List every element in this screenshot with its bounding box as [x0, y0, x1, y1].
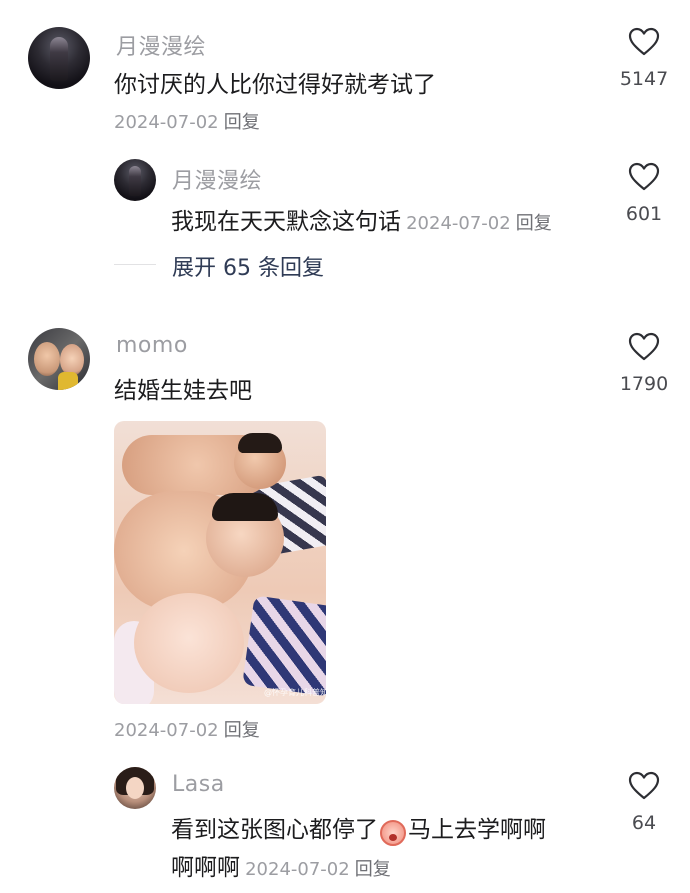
reply-text: 我现在天天默念这句话: [171, 209, 401, 235]
comment-text: 结婚生娃去吧: [114, 378, 252, 404]
reply-text-line-2: 啊啊啊 2024-07-02 回复: [171, 848, 391, 882]
comment-meta: 2024-07-02 回复: [114, 716, 260, 742]
avatar[interactable]: [114, 159, 156, 201]
comment-image[interactable]: @怀孕育儿科普知识: [114, 421, 326, 704]
like-count: 5147: [619, 68, 669, 90]
reply-date: 2024-07-02: [406, 213, 511, 234]
comment-author[interactable]: 月漫漫绘: [116, 29, 206, 61]
crying-face-emoji-icon: [380, 819, 406, 846]
reply-button[interactable]: 回复: [224, 112, 260, 133]
comment-text: 你讨厌的人比你过得好就考试了: [114, 72, 436, 98]
avatar[interactable]: [28, 27, 90, 89]
image-watermark: @怀孕育儿科普知识: [264, 688, 326, 697]
expand-replies-button[interactable]: 展开 65 条回复: [172, 250, 324, 282]
reply-text: 马上去学啊啊: [408, 817, 546, 843]
like-count: 64: [631, 812, 657, 834]
reply-button[interactable]: 回复: [516, 213, 552, 234]
comment-author[interactable]: momo: [116, 333, 188, 358]
reply-button[interactable]: 回复: [224, 720, 260, 741]
comment-date: 2024-07-02: [114, 112, 219, 133]
comment-date: 2024-07-02: [114, 720, 219, 741]
like-heart-icon[interactable]: [628, 27, 660, 57]
like-heart-icon[interactable]: [628, 162, 660, 192]
divider: [114, 264, 156, 265]
like-count: 601: [625, 203, 663, 225]
avatar[interactable]: [114, 767, 156, 809]
reply-body: 我现在天天默念这句话 2024-07-02 回复: [171, 202, 552, 236]
reply-date: 2024-07-02: [245, 859, 350, 880]
reply-text-line-1: 看到这张图心都停了 马上去学啊啊: [171, 810, 546, 846]
reply-button[interactable]: 回复: [355, 859, 391, 880]
like-heart-icon[interactable]: [628, 771, 660, 801]
comment-meta: 2024-07-02 回复: [114, 108, 260, 134]
avatar[interactable]: [28, 328, 90, 390]
reply-text: 啊啊啊: [171, 855, 240, 881]
like-count: 1790: [619, 373, 669, 395]
like-heart-icon[interactable]: [628, 332, 660, 362]
reply-text: 看到这张图心都停了: [171, 817, 378, 843]
reply-author[interactable]: Lasa: [172, 772, 225, 797]
reply-author[interactable]: 月漫漫绘: [172, 163, 262, 195]
